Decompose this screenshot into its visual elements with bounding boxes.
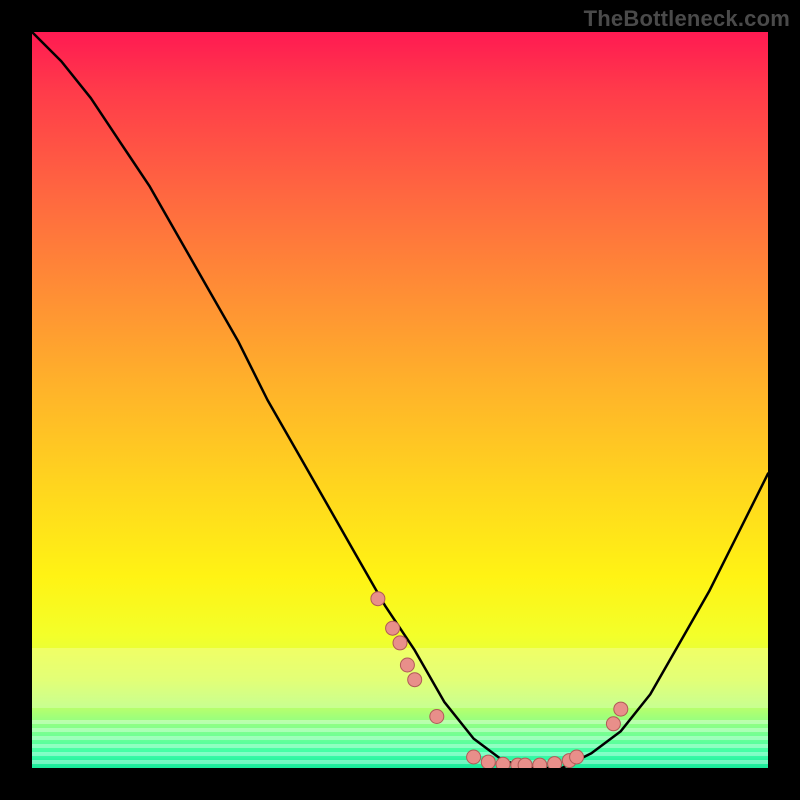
curve-marker	[467, 750, 481, 764]
curve-marker	[386, 621, 400, 635]
curve-marker	[430, 710, 444, 724]
marker-layer	[371, 592, 628, 768]
curve-marker	[496, 757, 510, 768]
curve-marker	[400, 658, 414, 672]
curve-layer	[32, 32, 768, 768]
curve-marker	[408, 673, 422, 687]
curve-marker	[533, 758, 547, 768]
plot-area	[32, 32, 768, 768]
curve-marker	[393, 636, 407, 650]
curve-marker	[548, 757, 562, 768]
curve-marker	[481, 755, 495, 768]
bottleneck-curve	[32, 32, 768, 768]
curve-marker	[606, 717, 620, 731]
chart-frame: TheBottleneck.com	[0, 0, 800, 800]
watermark-text: TheBottleneck.com	[584, 6, 790, 32]
curve-marker	[371, 592, 385, 606]
curve-marker	[614, 702, 628, 716]
curve-marker	[570, 750, 584, 764]
curve-marker	[518, 758, 532, 768]
